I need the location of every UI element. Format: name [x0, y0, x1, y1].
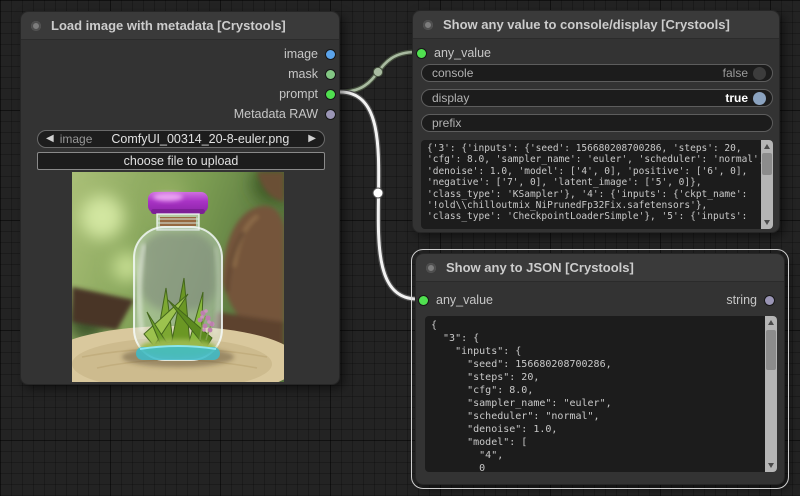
- choose-file-button[interactable]: choose file to upload: [37, 152, 325, 170]
- image-preview: [72, 172, 284, 382]
- display-toggle-widget[interactable]: display true: [421, 89, 773, 107]
- image-file-combo[interactable]: ◀ image ComfyUI_00314_20-8-euler.png ▶: [37, 130, 325, 148]
- combo-label: image: [60, 132, 93, 146]
- collapse-dot-icon[interactable]: [423, 20, 433, 30]
- output-dot-string-icon[interactable]: [765, 296, 774, 305]
- widget-value: true: [725, 91, 748, 105]
- combo-next-icon[interactable]: ▶: [308, 134, 316, 144]
- slot-label: string: [726, 293, 757, 307]
- jar-photo-illustration: [72, 172, 284, 382]
- node-show-any-to-json[interactable]: Show any to JSON [Crystools] any_value s…: [415, 253, 785, 485]
- input-slot-any-value[interactable]: any_value: [413, 43, 779, 63]
- console-output-box[interactable]: {'3': {'inputs': {'seed': 15668020870028…: [421, 140, 773, 229]
- node-header[interactable]: Show any to JSON [Crystools]: [416, 254, 784, 282]
- input-dot-any-value-icon[interactable]: [417, 49, 426, 58]
- scroll-down-icon[interactable]: [768, 463, 774, 468]
- output-slot-metadata-raw[interactable]: Metadata RAW: [21, 104, 339, 124]
- scroll-up-icon[interactable]: [768, 320, 774, 325]
- widget-label: prefix: [432, 116, 461, 130]
- io-slot-row: any_value string: [416, 290, 784, 310]
- link-dot-prompt-json[interactable]: [373, 188, 383, 198]
- scrollbar[interactable]: [761, 140, 773, 229]
- json-output-box[interactable]: { "3": { "inputs": { "seed": 15668020870…: [425, 316, 777, 472]
- widget-value: false: [723, 66, 748, 80]
- output-dot-prompt-icon[interactable]: [326, 90, 335, 99]
- console-output-text: {'3': {'inputs': {'seed': 15668020870028…: [421, 140, 761, 229]
- slot-label: prompt: [279, 87, 318, 101]
- output-slot-image[interactable]: image: [21, 44, 339, 64]
- node-show-any-value[interactable]: Show any value to console/display [Cryst…: [412, 10, 780, 233]
- collapse-dot-icon[interactable]: [426, 263, 436, 273]
- toggle-off-icon[interactable]: [753, 67, 766, 80]
- input-dot-any-value-icon[interactable]: [419, 296, 428, 305]
- combo-value: ComfyUI_00314_20-8-euler.png: [92, 132, 308, 146]
- collapse-dot-icon[interactable]: [31, 21, 41, 31]
- output-dot-metadata-raw-icon[interactable]: [326, 110, 335, 119]
- scroll-up-icon[interactable]: [764, 144, 770, 149]
- node-header[interactable]: Load image with metadata [Crystools]: [21, 12, 339, 40]
- json-output-text: { "3": { "inputs": { "seed": 15668020870…: [425, 316, 765, 472]
- slot-label: Metadata RAW: [234, 107, 318, 121]
- output-dot-image-icon[interactable]: [326, 50, 335, 59]
- combo-prev-icon[interactable]: ◀: [46, 134, 54, 144]
- scrollbar[interactable]: [765, 316, 777, 472]
- toggle-on-icon[interactable]: [753, 92, 766, 105]
- slot-label: image: [284, 47, 318, 61]
- slot-label: any_value: [434, 46, 491, 60]
- output-dot-mask-icon[interactable]: [326, 70, 335, 79]
- node-load-image-metadata[interactable]: Load image with metadata [Crystools] ima…: [20, 11, 340, 385]
- node-title: Load image with metadata [Crystools]: [51, 18, 286, 33]
- widget-label: console: [432, 66, 473, 80]
- node-title: Show any value to console/display [Cryst…: [443, 17, 730, 32]
- prefix-text-widget[interactable]: prefix: [421, 114, 773, 132]
- widget-label: display: [432, 91, 469, 105]
- node-header[interactable]: Show any value to console/display [Cryst…: [413, 11, 779, 39]
- scrollbar-thumb[interactable]: [766, 330, 776, 370]
- output-slot-mask[interactable]: mask: [21, 64, 339, 84]
- slot-label: mask: [288, 67, 318, 81]
- output-slot-prompt[interactable]: prompt: [21, 84, 339, 104]
- node-canvas[interactable]: Load image with metadata [Crystools] ima…: [0, 0, 800, 496]
- scrollbar-thumb[interactable]: [762, 153, 772, 175]
- slot-label: any_value: [436, 293, 493, 307]
- console-toggle-widget[interactable]: console false: [421, 64, 773, 82]
- link-dot-prompt-display[interactable]: [373, 67, 382, 76]
- node-title: Show any to JSON [Crystools]: [446, 260, 634, 275]
- scroll-down-icon[interactable]: [764, 220, 770, 225]
